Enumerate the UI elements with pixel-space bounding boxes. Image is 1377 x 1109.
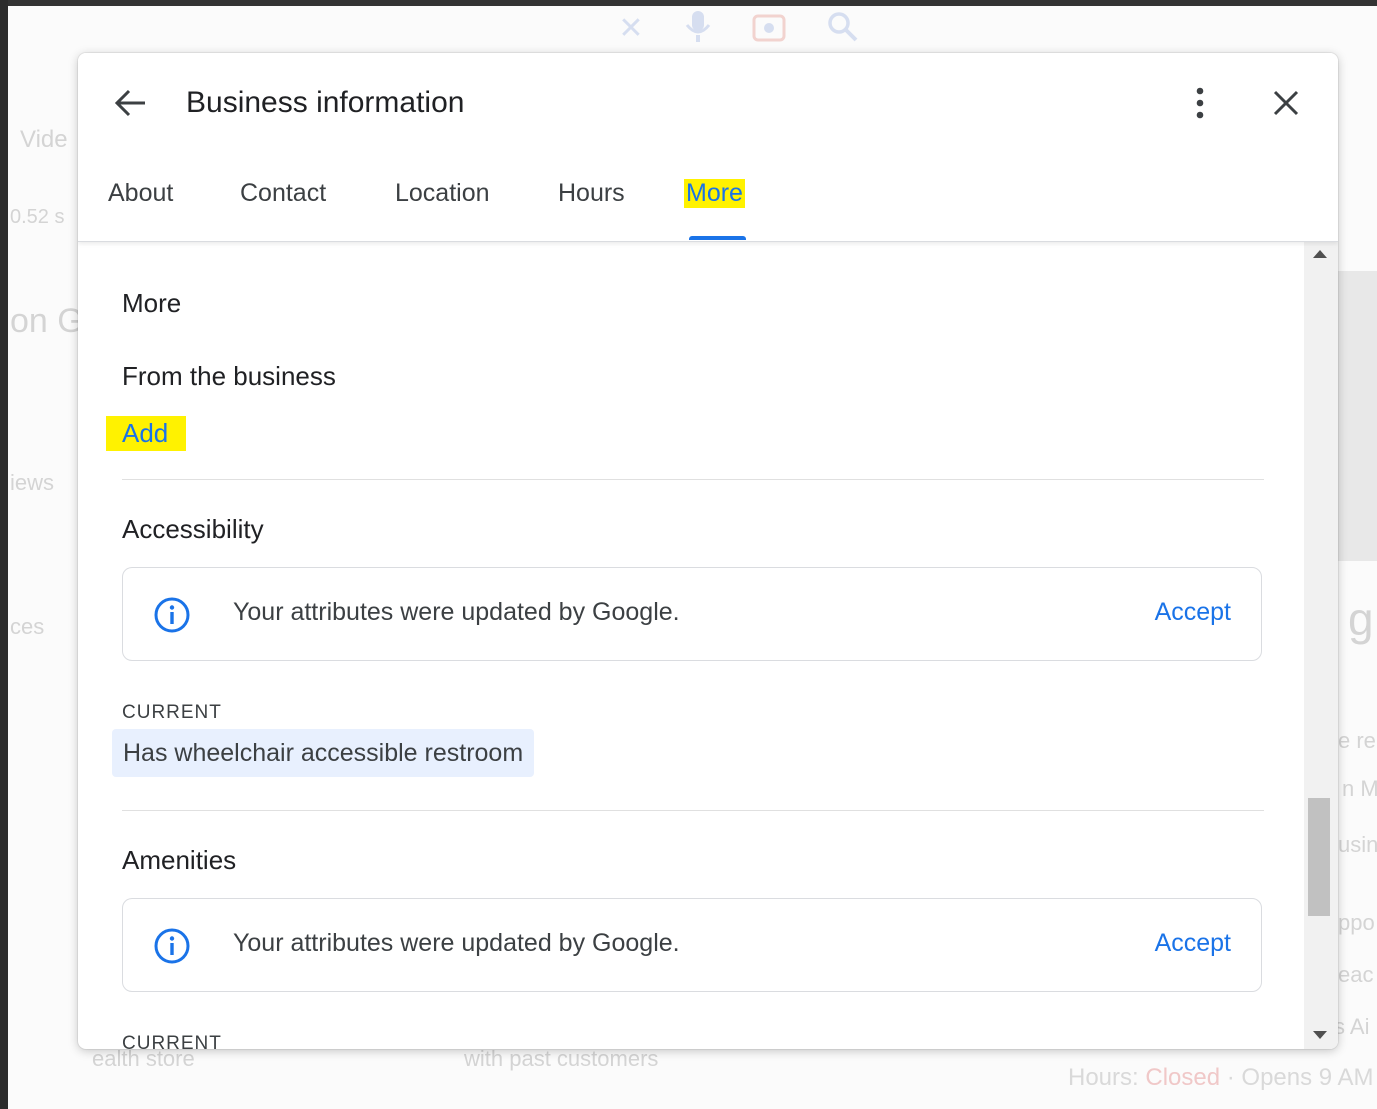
- scroll-up-arrow-icon[interactable]: [1313, 250, 1327, 258]
- notice-text: Your attributes were updated by Google.: [233, 929, 680, 957]
- background-text: Vide: [20, 126, 68, 153]
- search-icon: [826, 10, 858, 48]
- background-text: usin: [1338, 832, 1377, 857]
- background-hours-next: · Opens 9 AM: [1226, 1064, 1374, 1091]
- amenities-title: Amenities: [122, 845, 237, 875]
- close-button[interactable]: [1266, 83, 1306, 123]
- info-icon: [154, 597, 190, 633]
- add-from-business-link[interactable]: Add: [106, 416, 186, 451]
- background-image-panel: [1338, 271, 1377, 561]
- accept-accessibility-button[interactable]: Accept: [1155, 598, 1231, 627]
- back-arrow-icon: [114, 89, 145, 117]
- more-vert-icon: [1196, 87, 1204, 119]
- dialog-title: Business information: [186, 86, 465, 119]
- camera-search-icon: [752, 10, 786, 48]
- background-text: n M: [1342, 776, 1377, 801]
- background-text: s Ai: [1334, 1014, 1370, 1039]
- background-hours-label: Hours:: [1068, 1064, 1139, 1091]
- background-hours-status: Closed: [1145, 1064, 1221, 1091]
- microphone-icon: [684, 9, 712, 49]
- from-the-business-title: From the business: [122, 361, 336, 391]
- more-options-button[interactable]: [1180, 83, 1220, 123]
- background-text: iews: [10, 470, 55, 495]
- vertical-scrollbar[interactable]: [1304, 242, 1338, 1049]
- tab-bar: About Contact Location Hours More: [78, 171, 1338, 241]
- background-text: ppo: [1338, 910, 1375, 935]
- tab-contact[interactable]: Contact: [240, 179, 326, 208]
- accessibility-title: Accessibility: [122, 514, 264, 544]
- background-text: 0.52 s: [10, 206, 65, 228]
- accept-amenities-button[interactable]: Accept: [1155, 929, 1231, 958]
- section-divider: [122, 479, 1264, 480]
- tab-location[interactable]: Location: [395, 179, 490, 208]
- section-divider: [122, 810, 1264, 811]
- background-hours: Hours: Closed · Opens 9 AM: [1068, 1064, 1373, 1092]
- close-icon: [1273, 90, 1299, 116]
- current-label: CURRENT: [122, 1033, 222, 1049]
- section-heading-more: More: [122, 288, 182, 318]
- background-text: with past customers: [464, 1046, 659, 1071]
- info-icon: [154, 928, 190, 964]
- background-text: ces: [10, 614, 45, 639]
- background-text: eac: [1338, 962, 1374, 987]
- business-information-dialog: Business information About Contact Locat…: [78, 53, 1338, 1049]
- scrollbar-thumb[interactable]: [1308, 798, 1330, 916]
- background-search-toolbar: ✕: [568, 6, 908, 52]
- screen-frame-left: [0, 0, 8, 1109]
- scroll-down-arrow-icon[interactable]: [1313, 1031, 1327, 1039]
- current-attribute-chip: Has wheelchair accessible restroom: [112, 729, 535, 777]
- back-button[interactable]: [110, 83, 150, 123]
- active-tab-indicator: [689, 236, 746, 240]
- dialog-header: Business information About Contact Locat…: [78, 53, 1338, 242]
- amenities-update-notice: Your attributes were updated by Google. …: [122, 898, 1262, 992]
- background-text: ealth store: [92, 1046, 195, 1071]
- tab-more[interactable]: More: [684, 179, 745, 208]
- tab-about[interactable]: About: [108, 179, 173, 208]
- background-text: on G: [10, 302, 84, 340]
- dialog-scroll-content: More From the business Add Accessibility…: [78, 242, 1303, 1049]
- accessibility-update-notice: Your attributes were updated by Google. …: [122, 567, 1262, 661]
- clear-icon: ✕: [618, 12, 644, 45]
- tab-hours[interactable]: Hours: [558, 179, 625, 208]
- background-text: e re: [1338, 728, 1376, 753]
- notice-text: Your attributes were updated by Google.: [233, 598, 680, 626]
- background-text: g: [1348, 593, 1374, 645]
- current-label: CURRENT: [122, 702, 222, 723]
